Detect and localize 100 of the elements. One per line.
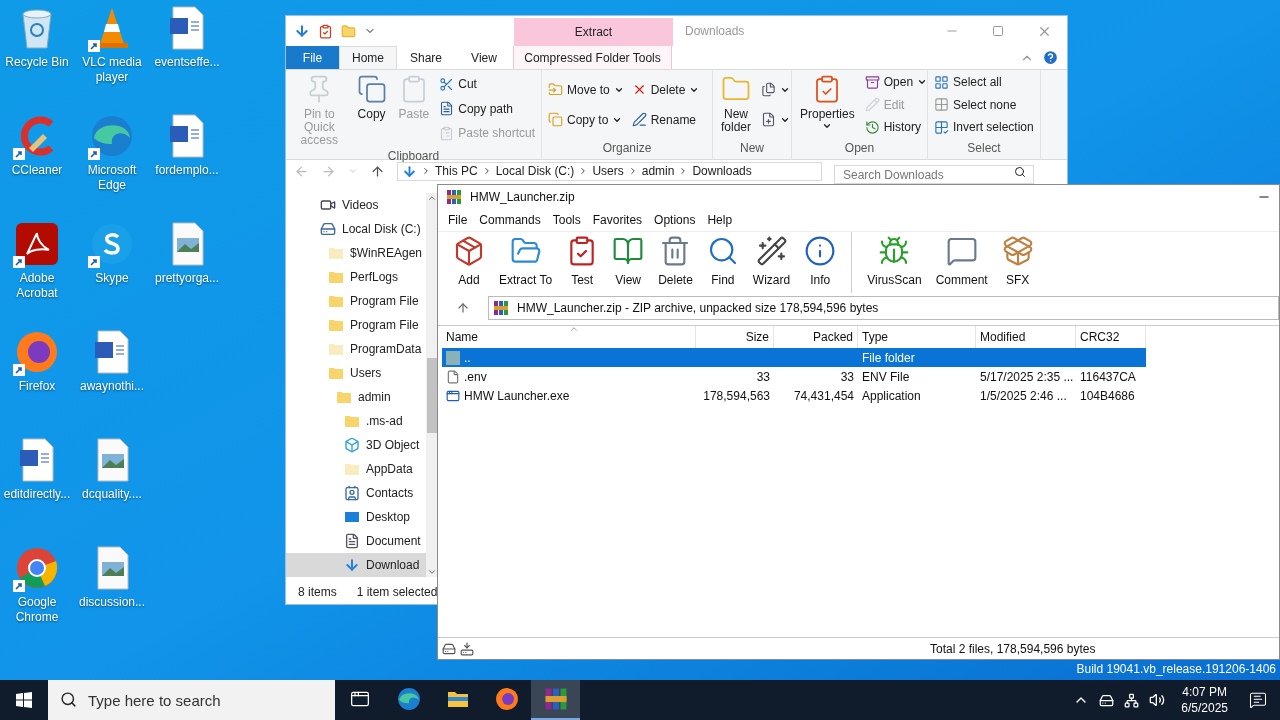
table-cell-text: File folder bbox=[862, 349, 915, 367]
toolbar-button[interactable]: Test bbox=[559, 232, 606, 293]
status-text: Total 2 files, 178,594,596 bytes bbox=[930, 640, 1096, 658]
network-icon[interactable] bbox=[1124, 692, 1140, 708]
tree-item[interactable]: ProgramData bbox=[286, 337, 426, 361]
ribbon-button[interactable]: Select none bbox=[932, 94, 1036, 115]
ribbon-button[interactable]: Rename bbox=[629, 109, 702, 130]
scrollbar[interactable] bbox=[426, 193, 438, 577]
toolbar-button[interactable]: VirusScan bbox=[860, 232, 929, 293]
tree-item[interactable]: 3D Object bbox=[286, 433, 426, 457]
browser-icon bbox=[15, 330, 59, 374]
toolbar-button[interactable]: Info bbox=[797, 232, 844, 293]
help-icon[interactable] bbox=[1042, 49, 1059, 66]
toolbar-button[interactable]: Comment bbox=[928, 232, 995, 293]
toolbar-button[interactable]: Extract To bbox=[492, 232, 560, 293]
ribbon-button[interactable]: Invert selection bbox=[932, 116, 1036, 138]
archive-icon bbox=[864, 74, 880, 90]
up-icon[interactable] bbox=[370, 163, 385, 179]
drive-icon[interactable] bbox=[1099, 692, 1115, 708]
ribbon-tab[interactable]: File bbox=[286, 46, 339, 69]
download-icon[interactable] bbox=[294, 23, 310, 39]
ribbon-button[interactable]: Open bbox=[862, 71, 930, 93]
copy-icon bbox=[548, 112, 563, 127]
button-label: Cut bbox=[458, 76, 477, 93]
task-view-icon bbox=[349, 689, 370, 709]
caret-icon bbox=[917, 77, 928, 87]
menu-item[interactable]: Commands bbox=[473, 211, 547, 229]
image-file-icon bbox=[94, 546, 130, 590]
package-icon bbox=[453, 235, 485, 267]
toolbar-button[interactable]: Wizard bbox=[745, 232, 798, 293]
tree-item[interactable]: AppData bbox=[286, 457, 426, 481]
tree-item[interactable]: Local Disk (C:) bbox=[286, 217, 426, 241]
menu-item[interactable]: Help bbox=[701, 211, 739, 229]
ribbon-button[interactable]: New folder bbox=[717, 70, 755, 134]
chevron-down-icon bbox=[427, 567, 437, 577]
breadcrumb: admin bbox=[641, 163, 675, 180]
button-label: Pin to Quick access bbox=[299, 108, 339, 147]
tree-item[interactable]: Contacts bbox=[286, 481, 426, 505]
tree-item[interactable]: Program File bbox=[286, 289, 426, 313]
menu-item[interactable]: File bbox=[442, 211, 474, 229]
up-icon[interactable] bbox=[456, 301, 470, 315]
taskbar-search-field[interactable]: Type here to search bbox=[48, 680, 335, 720]
ribbon-button[interactable]: Delete bbox=[629, 79, 702, 100]
folder-icon bbox=[344, 461, 360, 477]
ribbon-button[interactable]: Copy to bbox=[546, 109, 626, 130]
image-file-icon bbox=[94, 438, 130, 482]
ribbon-button[interactable]: Cut bbox=[437, 73, 537, 95]
ribbon-tab[interactable]: Share bbox=[397, 46, 455, 69]
toolbar-button[interactable]: View bbox=[605, 232, 652, 293]
file-row[interactable]: .env 33 33 ENV File 5/17/2025 2:35 ... 116437CA bbox=[442, 367, 1146, 386]
menu-item[interactable]: Options bbox=[648, 211, 702, 229]
book-icon bbox=[612, 235, 645, 267]
path-text: HMW_Launcher.zip - ZIP archive, unpacked size 178,594,596 bytes bbox=[517, 300, 879, 317]
folder-icon bbox=[336, 389, 352, 405]
address-bar[interactable]: This PC Local Disk (C:) Users admin Downloads bbox=[397, 161, 822, 181]
tree-item[interactable]: Program File bbox=[286, 313, 426, 337]
folder-icon bbox=[328, 269, 344, 285]
tree-item[interactable]: $WinREAgen bbox=[286, 241, 426, 265]
ribbon-button[interactable]: Select all bbox=[932, 71, 1036, 93]
toolbar-button[interactable]: SFX bbox=[994, 232, 1041, 293]
ribbon-tab[interactable]: Home bbox=[339, 46, 397, 69]
tree-item[interactable]: Videos bbox=[286, 193, 426, 217]
table-cell-text: 116437CA bbox=[1080, 368, 1136, 386]
scrollbar-thumb[interactable] bbox=[427, 358, 437, 433]
tree-item[interactable]: PerfLogs bbox=[286, 265, 426, 289]
ribbon-tab[interactable]: Compressed Folder Tools bbox=[513, 46, 672, 69]
tree-item[interactable]: Download bbox=[286, 553, 426, 577]
table-cell-text: 74,431,454 bbox=[793, 387, 854, 405]
toolbar-button[interactable]: Delete bbox=[651, 232, 700, 293]
ribbon-tab[interactable]: View bbox=[455, 46, 513, 69]
drive-icon bbox=[442, 641, 456, 656]
checklist-icon[interactable] bbox=[318, 23, 333, 39]
tree-item[interactable]: Document bbox=[286, 529, 426, 553]
group-label: Select bbox=[966, 140, 1002, 157]
ribbon-button[interactable]: Properties bbox=[796, 70, 859, 131]
menu-item[interactable]: Tools bbox=[546, 211, 587, 229]
document-icon bbox=[344, 533, 360, 549]
browser-icon bbox=[90, 114, 134, 158]
info-icon bbox=[804, 235, 837, 267]
menu-item[interactable]: Favorites bbox=[586, 211, 649, 229]
tree-item[interactable]: Users bbox=[286, 361, 426, 385]
toolbar-button[interactable]: Find bbox=[699, 232, 746, 293]
ribbon-button[interactable]: History bbox=[862, 116, 930, 138]
volume-icon[interactable] bbox=[1149, 692, 1166, 708]
file-row[interactable]: HMW Launcher.exe 178,594,563 74,431,454 Application 1/5/2025 2:46 ... 104B4686 bbox=[442, 386, 1146, 405]
folder-move-icon bbox=[548, 82, 563, 97]
ribbon-button[interactable]: Copy path bbox=[437, 98, 537, 119]
browser-icon bbox=[494, 687, 519, 711]
toolbar-button[interactable]: Add bbox=[446, 232, 492, 293]
tree-item[interactable]: Desktop bbox=[286, 505, 426, 529]
file-row[interactable]: .. File folder bbox=[442, 348, 1146, 367]
ribbon-button[interactable]: Move to bbox=[546, 79, 626, 100]
table-cell-text: 1/5/2025 2:46 ... bbox=[980, 387, 1067, 405]
button-label: Delete bbox=[650, 81, 686, 99]
breadcrumb: Local Disk (C:) bbox=[495, 163, 575, 180]
search-field[interactable]: Search Downloads bbox=[834, 165, 1034, 184]
tree-item[interactable]: admin bbox=[286, 385, 426, 409]
tree-item[interactable]: .ms-ad bbox=[286, 409, 426, 433]
shortcut-arrow-icon bbox=[88, 148, 100, 160]
ribbon-button[interactable]: Copy bbox=[352, 70, 391, 121]
